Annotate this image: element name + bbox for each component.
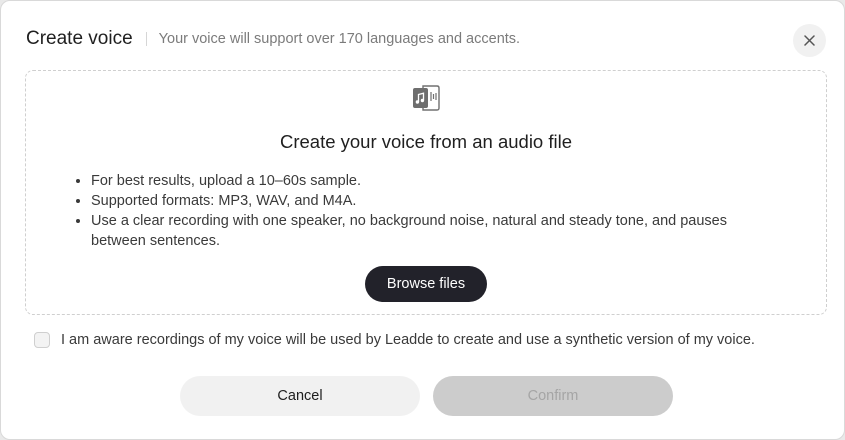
dialog-subtitle: Your voice will support over 170 languag… (158, 31, 521, 47)
create-voice-dialog: Create voice Your voice will support ove… (0, 0, 845, 440)
cancel-button[interactable]: Cancel (180, 376, 420, 416)
audio-file-icon (413, 85, 440, 111)
consent-checkbox[interactable] (34, 332, 50, 348)
dialog-header: Create voice Your voice will support ove… (26, 27, 520, 51)
upload-tip: For best results, upload a 10–60s sample… (91, 171, 781, 191)
upload-title: Create your voice from an audio file (279, 131, 573, 152)
header-divider (145, 32, 147, 46)
confirm-button[interactable]: Confirm (433, 376, 673, 416)
consent-row: I am aware recordings of my voice will b… (34, 332, 755, 348)
upload-tip: Use a clear recording with one speaker, … (91, 211, 781, 251)
upload-tips-list: For best results, upload a 10–60s sample… (76, 171, 781, 251)
close-button[interactable] (793, 24, 826, 57)
dialog-title: Create voice (26, 28, 133, 49)
consent-label[interactable]: I am aware recordings of my voice will b… (61, 332, 755, 348)
upload-tip: Supported formats: MP3, WAV, and M4A. (91, 191, 781, 211)
upload-dropzone[interactable]: Create your voice from an audio file For… (25, 70, 827, 315)
browse-files-button[interactable]: Browse files (365, 266, 487, 302)
close-icon (804, 35, 815, 46)
